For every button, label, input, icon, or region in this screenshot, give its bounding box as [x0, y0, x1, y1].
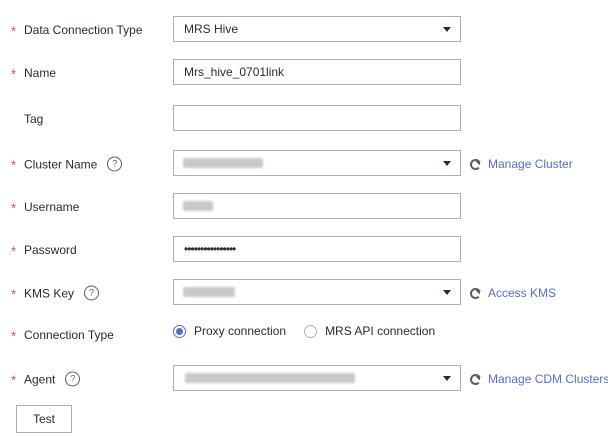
mrs-api-connection-label: MRS API connection [325, 324, 436, 338]
required-asterisk: * [11, 200, 17, 216]
required-asterisk: * [11, 157, 17, 173]
connection-type-label: Connection Type [24, 328, 114, 342]
name-label: Name [24, 66, 57, 80]
required-asterisk: * [11, 372, 17, 388]
test-button[interactable]: Test [16, 405, 72, 433]
data-connection-type-select[interactable]: MRS Hive [173, 16, 461, 42]
refresh-icon [470, 158, 481, 170]
redacted-value [183, 287, 235, 297]
row-agent: * Agent ? Manage CDM Clusters [0, 364, 608, 394]
proxy-connection-radio[interactable]: Proxy connection [173, 324, 286, 338]
caret-down-icon [443, 376, 451, 381]
caret-down-icon [443, 161, 451, 166]
row-password: * Password •••••••••••••••• [0, 235, 608, 265]
access-kms-label: Access KMS [488, 286, 557, 300]
row-name: * Name Mrs_hive_0701link [0, 58, 608, 88]
tag-input[interactable] [173, 105, 461, 131]
manage-cdm-clusters-link[interactable]: Manage CDM Clusters [470, 372, 608, 386]
required-asterisk: * [11, 286, 17, 302]
radio-selected-icon [173, 324, 186, 338]
row-data-connection-type: * Data Connection Type MRS Hive [0, 15, 608, 45]
cluster-name-label: Cluster Name [24, 157, 98, 171]
required-asterisk: * [11, 328, 17, 344]
cluster-name-select[interactable] [173, 150, 461, 176]
proxy-connection-label: Proxy connection [194, 324, 287, 338]
connection-type-radio-group: Proxy connection MRS API connection [173, 324, 453, 338]
mrs-api-connection-radio[interactable]: MRS API connection [304, 324, 435, 338]
manage-cdm-clusters-label: Manage CDM Clusters [488, 372, 608, 386]
manage-cluster-link[interactable]: Manage Cluster [470, 157, 573, 171]
password-value: •••••••••••••••• [184, 242, 236, 256]
question-circle-icon[interactable]: ? [107, 156, 123, 172]
question-circle-icon[interactable]: ? [84, 285, 100, 301]
data-connection-type-label: Data Connection Type [24, 23, 143, 37]
data-connection-type-value: MRS Hive [184, 22, 239, 36]
agent-select[interactable] [173, 365, 461, 391]
redacted-value [183, 201, 213, 211]
agent-label: Agent [24, 372, 56, 386]
name-value: Mrs_hive_0701link [184, 65, 285, 79]
redacted-value [183, 158, 263, 168]
required-asterisk: * [11, 66, 17, 82]
cluster-name-label-wrap: Cluster Name ? [24, 156, 123, 172]
radio-unselected-icon [304, 324, 318, 338]
password-label: Password [24, 243, 77, 257]
kms-key-label: KMS Key [24, 286, 75, 300]
agent-label-wrap: Agent ? [24, 371, 81, 387]
username-label: Username [24, 200, 80, 214]
required-asterisk: * [11, 243, 17, 259]
kms-key-label-wrap: KMS Key ? [24, 285, 100, 301]
redacted-value [185, 373, 355, 383]
refresh-icon [470, 287, 481, 299]
kms-key-select[interactable] [173, 279, 461, 305]
row-kms-key: * KMS Key ? Access KMS [0, 278, 608, 308]
row-cluster-name: * Cluster Name ? Manage Cluster [0, 149, 608, 179]
username-input[interactable] [173, 193, 461, 219]
tag-label: Tag [24, 112, 44, 126]
row-tag: Tag [0, 104, 608, 134]
name-input[interactable]: Mrs_hive_0701link [173, 59, 461, 85]
row-connection-type: * Connection Type Proxy connection MRS A… [0, 320, 608, 350]
password-input[interactable]: •••••••••••••••• [173, 236, 461, 262]
caret-down-icon [443, 27, 451, 32]
required-asterisk: * [11, 23, 17, 39]
manage-cluster-label: Manage Cluster [488, 157, 573, 171]
access-kms-link[interactable]: Access KMS [470, 286, 556, 300]
row-username: * Username [0, 192, 608, 222]
refresh-icon [470, 373, 481, 385]
caret-down-icon [443, 290, 451, 295]
question-circle-icon[interactable]: ? [65, 371, 81, 387]
